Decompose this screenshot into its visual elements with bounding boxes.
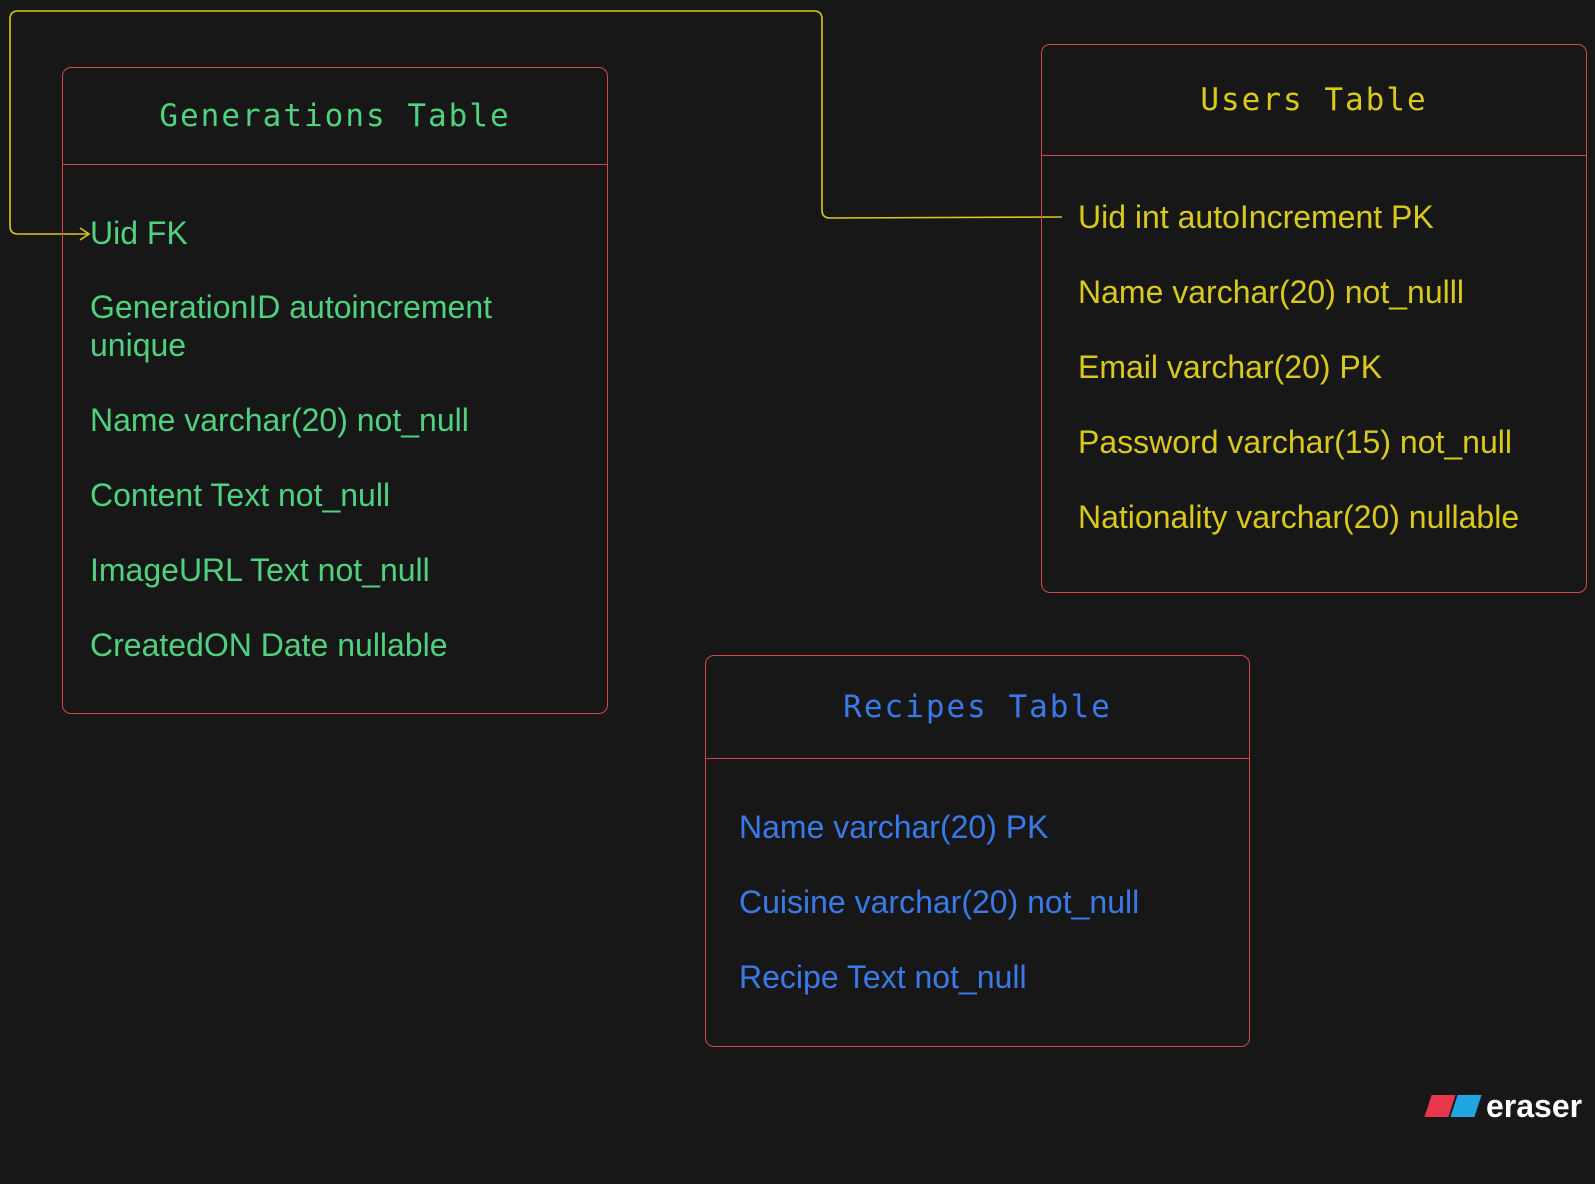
users-table-title: Users Table (1200, 82, 1428, 118)
generations-field-imageurl[interactable]: ImageURL Text not_null (90, 551, 430, 589)
generations-field-uid[interactable]: Uid FK (90, 214, 188, 252)
recipes-field-name[interactable]: Name varchar(20) PK (739, 808, 1048, 846)
users-field-nationality[interactable]: Nationality varchar(20) nullable (1078, 498, 1519, 536)
generations-table[interactable]: Generations Table Uid FK GenerationID au… (62, 67, 608, 714)
recipes-table-title: Recipes Table (843, 689, 1112, 725)
generations-table-title: Generations Table (159, 98, 511, 134)
users-field-uid[interactable]: Uid int autoIncrement PK (1078, 198, 1434, 236)
recipes-field-recipe[interactable]: Recipe Text not_null (739, 958, 1027, 996)
generations-field-content[interactable]: Content Text not_null (90, 476, 390, 514)
eraser-brand[interactable]: eraser (1424, 1088, 1583, 1124)
generations-field-createdon[interactable]: CreatedON Date nullable (90, 626, 448, 664)
recipes-field-cuisine[interactable]: Cuisine varchar(20) not_null (739, 883, 1139, 921)
users-field-password[interactable]: Password varchar(15) not_null (1078, 423, 1512, 461)
users-field-email[interactable]: Email varchar(20) PK (1078, 348, 1382, 386)
generations-field-generationid[interactable]: GenerationID autoincrement (90, 288, 492, 326)
users-field-name[interactable]: Name varchar(20) not_nulll (1078, 273, 1464, 311)
recipes-table-header: Recipes Table (706, 656, 1249, 759)
eraser-logo-icon (1424, 1095, 1482, 1117)
generations-field-name[interactable]: Name varchar(20) not_null (90, 401, 469, 439)
brand-text: eraser (1486, 1088, 1583, 1124)
generations-field-generationid-cont[interactable]: unique (90, 326, 186, 364)
recipes-table[interactable]: Recipes Table Name varchar(20) PK Cuisin… (705, 655, 1250, 1047)
users-table-header: Users Table (1042, 45, 1586, 156)
users-table[interactable]: Users Table Uid int autoIncrement PK Nam… (1041, 44, 1587, 593)
generations-table-header: Generations Table (63, 68, 607, 165)
